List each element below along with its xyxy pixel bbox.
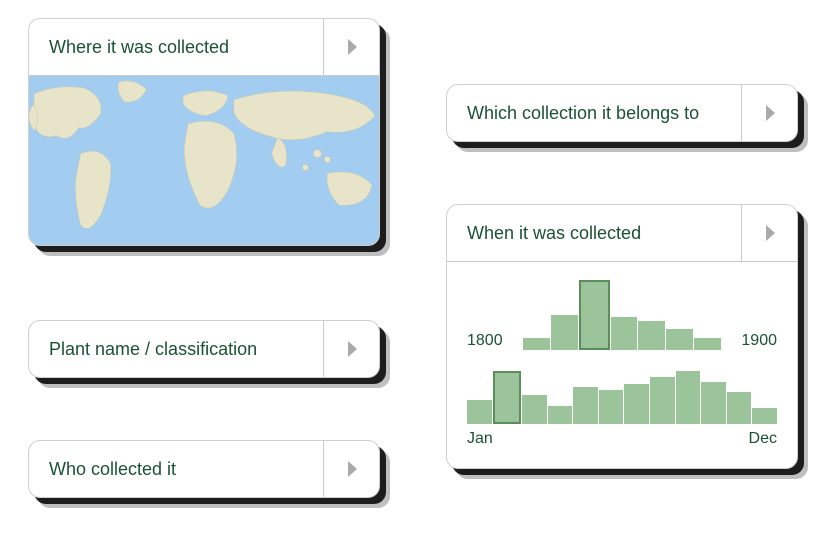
card-title: Where it was collected xyxy=(29,19,323,75)
world-map[interactable] xyxy=(29,75,379,245)
chevron-right-icon xyxy=(346,461,358,477)
histogram-bar[interactable] xyxy=(638,321,665,350)
card-who-collected[interactable]: Who collected it xyxy=(28,440,380,498)
histogram-bar[interactable] xyxy=(493,371,522,424)
expand-button[interactable] xyxy=(741,205,797,261)
histogram-bar[interactable] xyxy=(694,338,721,350)
card-where-collected[interactable]: Where it was collected xyxy=(28,18,380,246)
expand-button[interactable] xyxy=(323,321,379,377)
month-axis-left: Jan xyxy=(467,430,493,448)
histogram-bar[interactable] xyxy=(548,406,573,424)
histogram-bar[interactable] xyxy=(611,317,638,350)
card-title: When it was collected xyxy=(447,205,741,261)
histogram-bar[interactable] xyxy=(573,387,598,424)
histogram-bar[interactable] xyxy=(727,392,752,424)
histogram-bar[interactable] xyxy=(676,371,701,424)
histogram-bar[interactable] xyxy=(551,315,578,350)
year-axis-right: 1900 xyxy=(731,332,777,350)
histogram-bar[interactable] xyxy=(650,377,675,424)
month-histogram-row: Jan Dec xyxy=(467,366,777,448)
histogram-bar[interactable] xyxy=(522,395,547,424)
expand-button[interactable] xyxy=(323,441,379,497)
card-header: Which collection it belongs to xyxy=(447,85,797,141)
card-title: Which collection it belongs to xyxy=(447,85,741,141)
histogram-bar[interactable] xyxy=(624,384,649,424)
month-axis-labels: Jan Dec xyxy=(467,430,777,448)
histogram-bar[interactable] xyxy=(523,338,550,350)
expand-button[interactable] xyxy=(741,85,797,141)
year-histogram[interactable] xyxy=(523,280,721,350)
when-body: 1800 1900 Jan Dec xyxy=(447,261,797,468)
chevron-right-icon xyxy=(764,225,776,241)
histogram-bar[interactable] xyxy=(579,280,610,350)
histogram-bar[interactable] xyxy=(752,408,777,424)
chevron-right-icon xyxy=(346,341,358,357)
chevron-right-icon xyxy=(764,105,776,121)
month-histogram[interactable] xyxy=(467,366,777,424)
card-which-collection[interactable]: Which collection it belongs to xyxy=(446,84,798,142)
year-histogram-row: 1800 1900 xyxy=(467,280,777,350)
histogram-bar[interactable] xyxy=(701,382,726,424)
histogram-bar[interactable] xyxy=(599,390,624,424)
card-header: When it was collected xyxy=(447,205,797,261)
card-plant-classification[interactable]: Plant name / classification xyxy=(28,320,380,378)
card-when-collected[interactable]: When it was collected 1800 1900 Jan Dec xyxy=(446,204,798,469)
world-map-svg xyxy=(29,76,379,245)
card-title: Who collected it xyxy=(29,441,323,497)
card-header: Who collected it xyxy=(29,441,379,497)
expand-button[interactable] xyxy=(323,19,379,75)
month-axis-right: Dec xyxy=(749,430,777,448)
histogram-bar[interactable] xyxy=(666,329,693,350)
card-title: Plant name / classification xyxy=(29,321,323,377)
card-header: Plant name / classification xyxy=(29,321,379,377)
year-axis-left: 1800 xyxy=(467,332,513,350)
card-header: Where it was collected xyxy=(29,19,379,75)
histogram-bar[interactable] xyxy=(467,400,492,424)
chevron-right-icon xyxy=(346,39,358,55)
